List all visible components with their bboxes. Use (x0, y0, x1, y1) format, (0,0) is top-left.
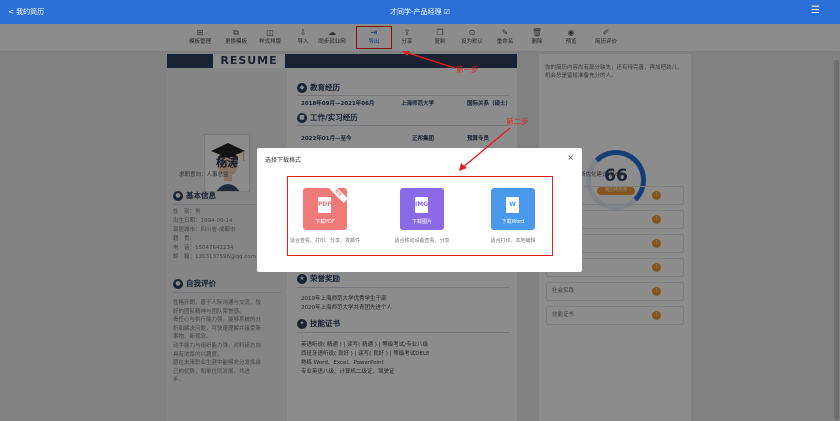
step-one-annotation: 第一步 (456, 65, 479, 74)
step-two-annotation: 第二步 (506, 117, 529, 126)
basic-info-item: 现居城市：四川省-成都市 (173, 227, 236, 233)
self-eval-line: 析和解决问题，可快速理解并接受新 (173, 325, 262, 332)
basic-info-item: 籍 贯： (173, 236, 196, 242)
self-eval-line: 事物、新观念。 (173, 334, 212, 341)
self-eval-line: 责任心与执行能力强，能够系统的分 (173, 317, 262, 324)
basic-info-item: 电 话：15047642234 (173, 245, 234, 251)
basic-info-item: 邮 箱：1353137596@qq.com (173, 254, 256, 260)
self-eval-line: 具有浓厚的兴趣度。 (173, 351, 223, 358)
self-eval-line: 步。 (173, 377, 185, 384)
self-eval-line: 愿在未来职业生涯中能够充分发挥自 (173, 360, 262, 367)
self-eval-line: 动手能力与组织能力强，对科研方向 (173, 343, 262, 349)
self-eval-line: 己的优势，和单位同发展，共进 (173, 368, 251, 375)
basic-info-item: 出生日期：1994-09-14 (173, 218, 233, 224)
basic-info-item: 性 别：男 (173, 209, 201, 215)
self-eval-line: 性格开朗，善于人际沟通与交流，较 (173, 300, 262, 306)
annotation-arrows (402, 51, 511, 171)
self-eval-line: 好的团队精神与团队荣誉感。 (173, 308, 245, 315)
